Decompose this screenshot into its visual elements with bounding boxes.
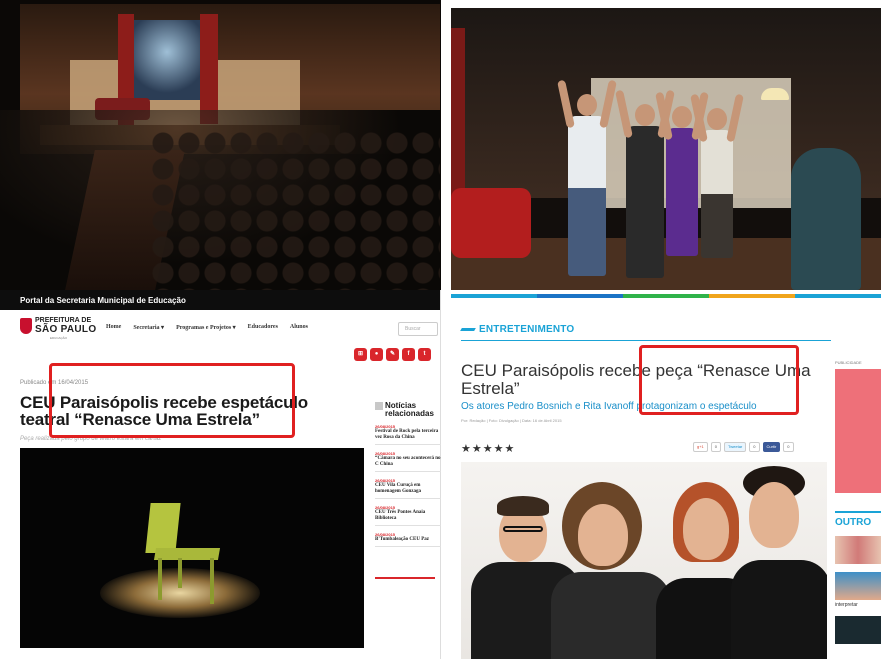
list-item[interactable]: 26/08/2015 B'Tumbaleação CEU Paz	[375, 532, 441, 547]
stripe-segment	[623, 294, 709, 298]
item-text: Festival de Rock pela terceira vez Rosa …	[375, 429, 439, 440]
screenshot-collage: Portal da Secretaria Municipal de Educaç…	[0, 0, 881, 659]
ad-label: PUBLICIDADE	[835, 360, 862, 365]
divider	[375, 577, 435, 579]
menu-item-educadores[interactable]: Educadores	[248, 324, 278, 331]
cast-photo	[461, 462, 827, 659]
actor	[655, 91, 709, 256]
chair-leg	[178, 558, 182, 588]
ad-banner[interactable]	[835, 369, 881, 493]
share-buttons: g+1 0 Tweetar 0 Curtir 0	[693, 442, 794, 452]
facebook-like-button[interactable]: Curtir	[762, 442, 781, 452]
rating-stars[interactable]: ★★★★★	[461, 442, 515, 455]
related-news-sidebar: Notícias relacionadas 26/08/2015 Festiva…	[375, 402, 441, 579]
article-meta: Por: Redação | Foto: Divulgação | Data: …	[461, 418, 562, 423]
search-input[interactable]: Buscar	[398, 322, 438, 336]
chat-icon[interactable]: ●	[370, 348, 383, 361]
related-news-title: Notícias relacionadas	[375, 402, 441, 418]
list-item[interactable]: 26/08/2015 Festival de Rock pela terceir…	[375, 424, 441, 445]
menu-item-programas[interactable]: Programas e Projetos ▾	[176, 324, 236, 331]
theater-audience-photo	[0, 0, 441, 290]
actor	[690, 93, 744, 258]
menu-item-secretaria[interactable]: Secretaria ▾	[133, 324, 164, 331]
related-thumbnail[interactable]	[835, 536, 881, 564]
stage-backdrop	[134, 20, 200, 100]
tweet-button[interactable]: Tweetar	[724, 442, 747, 452]
chair-leg	[210, 558, 214, 604]
logo-line3: EDUCAÇÃO	[50, 336, 68, 340]
actor	[557, 79, 617, 276]
item-text: CEU Vila Curuçá em homenagem Gonzaga	[375, 483, 421, 494]
stripe-segment	[537, 294, 623, 298]
edit-icon[interactable]: ✎	[386, 348, 399, 361]
stripe-segment	[709, 294, 795, 298]
audience-heads	[150, 130, 440, 290]
social-icons: ⊞ ● ✎ f t	[354, 348, 431, 361]
section-label[interactable]: ENTRETENIMENTO	[460, 324, 575, 335]
menu-item-home[interactable]: Home	[106, 324, 121, 331]
arrow-icon	[460, 327, 476, 331]
audience-member	[791, 148, 861, 290]
related-caption: interpretar	[835, 602, 858, 608]
item-text: CEU Três Pontes Anaia Biblioteca	[375, 510, 426, 521]
item-text: B'Tumbaleação CEU Paz	[375, 537, 429, 542]
menu-item-alunos[interactable]: Alunos	[290, 324, 308, 331]
right-column: PUBLICIDADE OUTRO interpretar	[835, 360, 881, 659]
actors-bowing-photo	[451, 8, 881, 290]
actor	[615, 89, 675, 278]
stripe-segment	[795, 294, 881, 298]
related-thumbnail[interactable]	[835, 572, 881, 600]
logo-line2: SÃO PAULO	[35, 324, 97, 335]
tweet-count: 0	[749, 442, 760, 452]
portal-nav: PREFEITURA DE SÃO PAULO EDUCAÇÃO Home Se…	[0, 316, 441, 346]
outros-heading: OUTRO	[835, 511, 881, 528]
facebook-icon[interactable]: f	[402, 348, 415, 361]
color-stripe	[451, 294, 881, 298]
list-item[interactable]: 26/08/2015 “Câmara no seu acontecerá no …	[375, 451, 441, 472]
hanging-lamp	[761, 88, 789, 100]
portal-topbar: Portal da Secretaria Municipal de Educaç…	[0, 290, 440, 310]
list-item[interactable]: 26/08/2015 CEU Três Pontes Anaia Bibliot…	[375, 505, 441, 526]
chair-leg	[158, 558, 162, 600]
section-divider	[461, 340, 831, 341]
twitter-icon[interactable]: t	[418, 348, 431, 361]
stripe-segment	[451, 294, 537, 298]
logo-line1: PREFEITURA DE	[35, 317, 92, 324]
list-item[interactable]: 26/08/2015 CEU Vila Curuçá em homenagem …	[375, 478, 441, 499]
highlight-box	[639, 345, 799, 415]
portal-menu: Home Secretaria ▾ Programas e Projetos ▾…	[106, 324, 308, 331]
red-curtain-right	[200, 14, 218, 124]
highlight-box	[49, 363, 295, 438]
section-label-text: ENTRETENIMENTO	[479, 324, 575, 335]
like-count: 0	[783, 442, 794, 452]
prefeitura-logo[interactable]: PREFEITURA DE SÃO PAULO EDUCAÇÃO	[20, 316, 106, 342]
crest-icon	[20, 318, 32, 334]
chair-back	[145, 503, 181, 553]
gplus-count: 0	[710, 442, 722, 452]
item-text: “Câmara no seu acontecerá no C China	[375, 456, 441, 467]
related-thumbnail[interactable]	[835, 616, 881, 644]
chair-spotlight-image	[20, 448, 364, 648]
sitemap-icon[interactable]: ⊞	[354, 348, 367, 361]
gplus-button[interactable]: g+1	[693, 442, 708, 452]
education-portal-screenshot: Portal da Secretaria Municipal de Educaç…	[0, 290, 441, 659]
red-sofa	[451, 188, 531, 258]
